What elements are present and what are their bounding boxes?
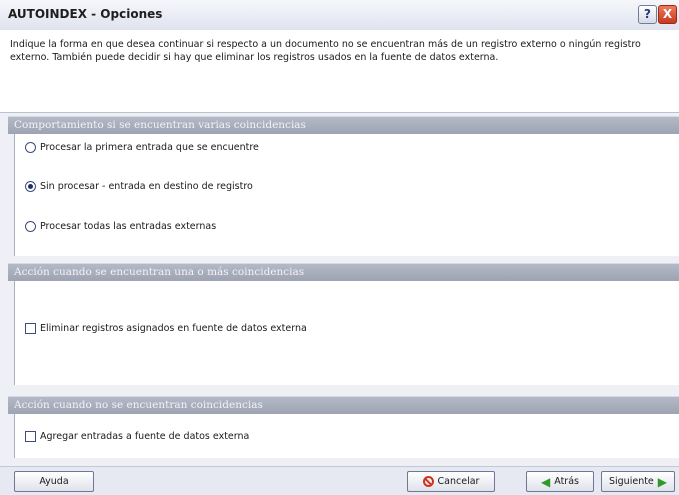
arrow-left-icon: ◀ bbox=[541, 474, 551, 489]
section-header-no-matches: Acción cuando no se encuentran coinciden… bbox=[8, 396, 679, 414]
window-title: AUTOINDEX - Opciones bbox=[8, 7, 163, 21]
section-body-multiple-matches: Procesar la primera entrada que se encue… bbox=[14, 134, 679, 256]
help-button-label: Ayuda bbox=[39, 476, 69, 487]
back-button[interactable]: ◀ Atrás bbox=[526, 471, 594, 492]
radio-button-selected[interactable] bbox=[25, 180, 36, 192]
section-header-matches-found: Acción cuando se encuentran una o más co… bbox=[8, 263, 679, 281]
section-body-no-matches: Agregar entradas a fuente de datos exter… bbox=[14, 414, 679, 458]
radio-button[interactable] bbox=[25, 141, 36, 153]
section-body-matches-found: Eliminar registros asignados en fuente d… bbox=[14, 281, 679, 385]
help-icon-button[interactable]: ? bbox=[638, 5, 657, 24]
checkbox-label: Eliminar registros asignados en fuente d… bbox=[40, 322, 307, 334]
next-button[interactable]: Siguiente ▶ bbox=[601, 471, 675, 492]
title-bar: AUTOINDEX - Opciones ? X bbox=[0, 0, 679, 31]
help-button[interactable]: Ayuda bbox=[14, 471, 94, 492]
checkbox[interactable] bbox=[25, 430, 36, 442]
radio-process-first[interactable]: Procesar la primera entrada que se encue… bbox=[25, 139, 259, 155]
button-bar: Ayuda Cancelar ◀ Atrás Siguiente ▶ bbox=[0, 466, 679, 495]
section-title: Comportamiento si se encuentran varias c… bbox=[14, 119, 306, 131]
radio-label: Procesar la primera entrada que se encue… bbox=[40, 141, 259, 153]
checkbox[interactable] bbox=[25, 322, 36, 334]
intro-panel: Indique la forma en que desea continuar … bbox=[0, 30, 679, 113]
checkbox-delete-records[interactable]: Eliminar registros asignados en fuente d… bbox=[25, 320, 307, 336]
no-entry-icon bbox=[422, 476, 434, 487]
radio-label: Procesar todas las entradas externas bbox=[40, 220, 217, 232]
checkbox-add-entries[interactable]: Agregar entradas a fuente de datos exter… bbox=[25, 428, 249, 444]
section-title: Acción cuando se encuentran una o más co… bbox=[14, 266, 305, 278]
close-icon-button[interactable]: X bbox=[658, 5, 677, 24]
radio-process-all[interactable]: Procesar todas las entradas externas bbox=[25, 218, 216, 234]
arrow-right-icon: ▶ bbox=[657, 474, 668, 489]
next-button-label: Siguiente bbox=[608, 476, 654, 487]
cancel-button[interactable]: Cancelar bbox=[407, 471, 495, 492]
radio-label: Sin procesar - entrada en destino de reg… bbox=[40, 180, 253, 192]
section-header-multiple-matches: Comportamiento si se encuentran varias c… bbox=[8, 116, 679, 134]
intro-text: Indique la forma en que desea continuar … bbox=[10, 39, 641, 63]
cancel-button-label: Cancelar bbox=[437, 476, 480, 487]
radio-no-process[interactable]: Sin procesar - entrada en destino de reg… bbox=[25, 178, 253, 194]
radio-button[interactable] bbox=[25, 220, 36, 232]
back-button-label: Atrás bbox=[554, 476, 579, 487]
section-title: Acción cuando no se encuentran coinciden… bbox=[14, 399, 263, 411]
checkbox-label: Agregar entradas a fuente de datos exter… bbox=[40, 430, 250, 442]
